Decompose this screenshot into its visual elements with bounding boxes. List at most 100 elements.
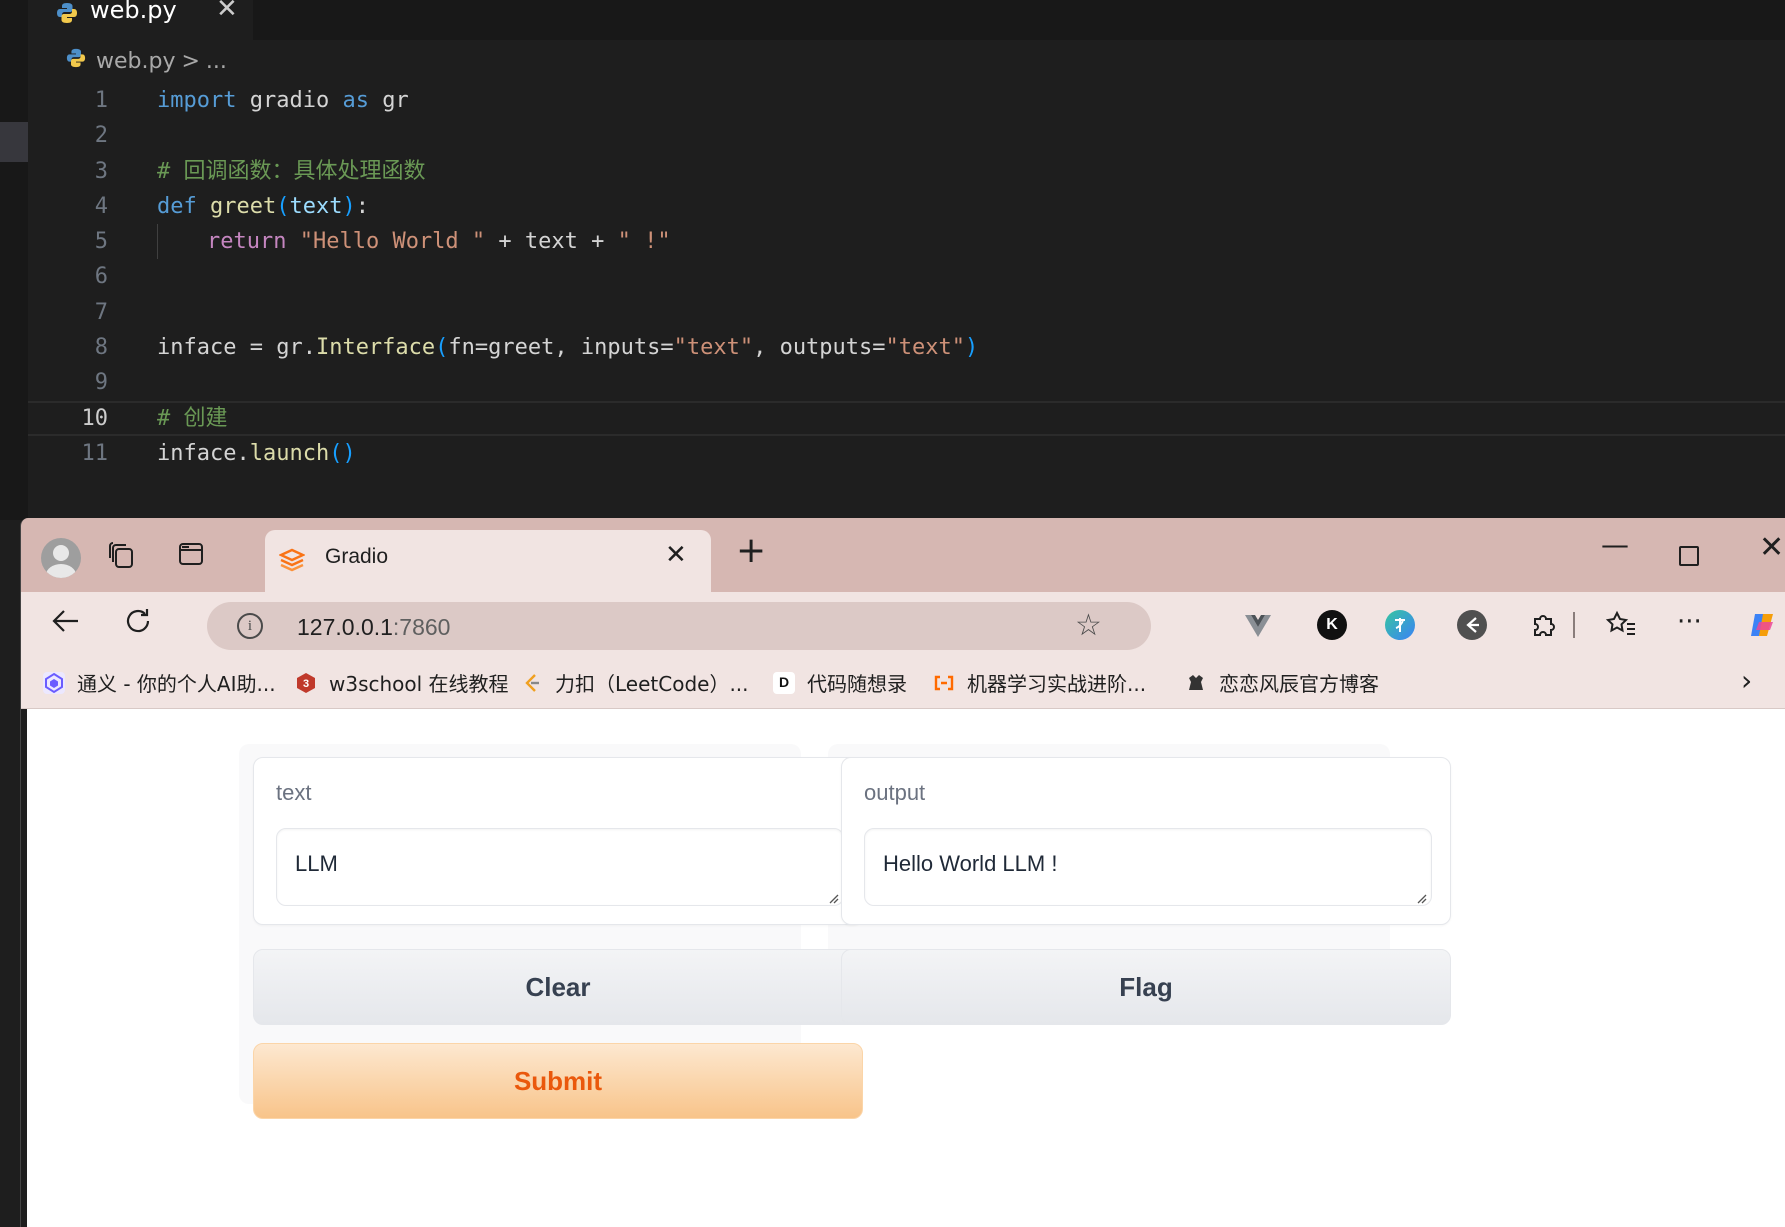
tab-filename: web.py xyxy=(90,0,177,24)
line-number: 2 xyxy=(94,123,108,149)
chevron-right-icon: > xyxy=(181,48,200,74)
python-file-icon xyxy=(66,48,86,74)
svg-text:3: 3 xyxy=(303,678,309,690)
breadcrumb-more[interactable]: ... xyxy=(206,49,227,74)
code-line[interactable]: 1 import gradio as gr xyxy=(28,83,1785,118)
line-number: 6 xyxy=(94,264,108,290)
output-label: output xyxy=(864,780,926,805)
activity-bar xyxy=(0,0,28,520)
refresh-icon[interactable] xyxy=(123,606,153,644)
code-comment: # 回调函数：具体处理函数 xyxy=(157,158,426,184)
output-textbox-block: output Hello World LLM ! xyxy=(841,757,1451,925)
line-number: 8 xyxy=(94,335,108,361)
flag-button[interactable]: Flag xyxy=(841,949,1451,1025)
tab-title: Gradio xyxy=(325,545,389,568)
code-text: inface.launch() xyxy=(157,440,356,466)
line-number: 7 xyxy=(94,299,108,325)
copilot-icon[interactable] xyxy=(1747,610,1777,640)
bookmark-label: w3school 在线教程 xyxy=(329,672,509,696)
bookmark-label: 代码随想录 xyxy=(807,672,907,696)
chevron-right-icon[interactable]: › xyxy=(1741,664,1752,697)
more-options-icon[interactable]: ··· xyxy=(1677,609,1707,642)
browser-tab-gradio[interactable]: Gradio ✕ xyxy=(265,530,711,592)
new-tab-icon[interactable]: + xyxy=(736,530,766,571)
leetcode-icon xyxy=(521,672,543,694)
url-text[interactable]: 127.0.0.1:7860 xyxy=(297,614,450,641)
translate-extension-icon[interactable] xyxy=(1385,610,1415,640)
resize-handle-icon[interactable] xyxy=(827,889,839,904)
code-area[interactable]: 1 import gradio as gr 2 3 # 回调函数：具体处理函数 … xyxy=(28,83,1785,471)
daimasuixianglu-icon: D xyxy=(773,671,795,694)
editor-tab-web-py[interactable]: web.py ✕ xyxy=(28,0,253,40)
code-line[interactable]: 2 xyxy=(28,118,1785,153)
output-value: Hello World LLM ! xyxy=(883,851,1058,876)
code-text: def greet(text): xyxy=(157,193,369,219)
code-line-current[interactable]: 10 # 创建 xyxy=(28,400,1785,436)
window-close-icon[interactable]: ✕ xyxy=(1759,530,1784,565)
code-text: return "Hello World " + text + " !" xyxy=(207,229,671,255)
output-textarea[interactable]: Hello World LLM ! xyxy=(864,828,1432,906)
code-line[interactable]: 3 # 回调函数：具体处理函数 xyxy=(28,154,1785,189)
breadcrumb-file[interactable]: web.py xyxy=(96,49,175,74)
profile-avatar-icon[interactable] xyxy=(41,538,81,578)
bookmark-label: 恋恋风辰官方博客 xyxy=(1219,672,1379,696)
workspaces-icon[interactable] xyxy=(107,540,137,574)
vue-devtools-icon[interactable] xyxy=(1243,610,1273,640)
code-line[interactable]: 9 xyxy=(28,365,1785,400)
bookmark-label: 力扣（LeetCode）... xyxy=(555,672,749,696)
blog-icon xyxy=(1185,672,1207,694)
code-line[interactable]: 6 xyxy=(28,259,1785,294)
bookmark-daimasuixianglu[interactable]: D 代码随想录 xyxy=(773,668,907,697)
close-tab-icon[interactable]: ✕ xyxy=(665,540,687,570)
minimize-icon[interactable]: — xyxy=(1601,528,1629,561)
gradio-page: text LLM output Hello World LLM ! Clear … xyxy=(27,709,1785,1227)
vertical-tabs-icon[interactable] xyxy=(177,540,205,572)
bookmark-tongyi[interactable]: 通义 - 你的个人AI助... xyxy=(43,668,276,697)
gradio-logo-icon xyxy=(278,548,306,576)
code-line[interactable]: 8 inface = gr.Interface(fn=greet, inputs… xyxy=(28,330,1785,365)
python-file-icon xyxy=(56,2,78,28)
line-number: 9 xyxy=(94,370,108,396)
leetcode-extension-icon[interactable] xyxy=(1457,610,1487,640)
favorite-star-icon[interactable]: ☆ xyxy=(1075,608,1102,643)
maximize-icon[interactable] xyxy=(1679,546,1699,566)
line-number: 10 xyxy=(81,405,109,431)
bookmark-ml-practice[interactable]: 机器学习实战进阶... xyxy=(933,668,1146,697)
editor-tab-bar: web.py ✕ xyxy=(28,0,1785,40)
code-text: inface = gr.Interface(fn=greet, inputs="… xyxy=(157,335,979,361)
browser-titlebar: Gradio ✕ + — ✕ xyxy=(21,518,1785,592)
kimi-extension-icon[interactable]: K xyxy=(1317,610,1347,640)
tongyi-icon xyxy=(43,671,65,694)
bookmark-leetcode[interactable]: 力扣（LeetCode）... xyxy=(521,668,749,697)
indent-guide xyxy=(157,224,158,260)
favorites-list-icon[interactable] xyxy=(1605,610,1635,640)
input-textarea[interactable]: LLM xyxy=(276,828,844,906)
toolbar-divider xyxy=(1573,612,1575,638)
code-line[interactable]: 5 return "Hello World " + text + " !" xyxy=(28,224,1785,260)
clear-button[interactable]: Clear xyxy=(253,949,863,1025)
submit-button[interactable]: Submit xyxy=(253,1043,863,1119)
line-number: 1 xyxy=(94,88,108,113)
address-bar[interactable]: i 127.0.0.1:7860 ☆ xyxy=(207,602,1151,650)
line-number: 4 xyxy=(94,193,108,219)
back-arrow-icon[interactable] xyxy=(51,606,81,644)
browser-toolbar: i 127.0.0.1:7860 ☆ K ··· xyxy=(21,592,1785,658)
code-text: import gradio as gr xyxy=(157,88,409,113)
resize-handle-icon[interactable] xyxy=(1415,889,1427,904)
breadcrumb[interactable]: web.py > ... xyxy=(66,44,227,78)
line-number: 5 xyxy=(94,229,108,255)
bookmark-lianlian-blog[interactable]: 恋恋风辰官方博客 xyxy=(1185,668,1379,697)
code-editor: web.py ✕ web.py > ... 1 import gradio as… xyxy=(0,0,1785,520)
line-number: 3 xyxy=(94,158,108,184)
site-info-icon[interactable]: i xyxy=(237,613,263,639)
code-line[interactable]: 4 def greet(text): xyxy=(28,189,1785,224)
w3school-icon: 3 xyxy=(295,672,317,694)
bookmarks-bar: 通义 - 你的个人AI助... 3 w3school 在线教程 力扣（LeetC… xyxy=(21,658,1785,709)
input-label: text xyxy=(276,780,312,805)
code-line[interactable]: 11 inface.launch() xyxy=(28,436,1785,471)
code-comment: # 创建 xyxy=(157,405,228,431)
extensions-puzzle-icon[interactable] xyxy=(1529,610,1559,640)
close-icon[interactable]: ✕ xyxy=(216,0,238,24)
bookmark-w3school[interactable]: 3 w3school 在线教程 xyxy=(295,668,509,697)
code-line[interactable]: 7 xyxy=(28,295,1785,330)
